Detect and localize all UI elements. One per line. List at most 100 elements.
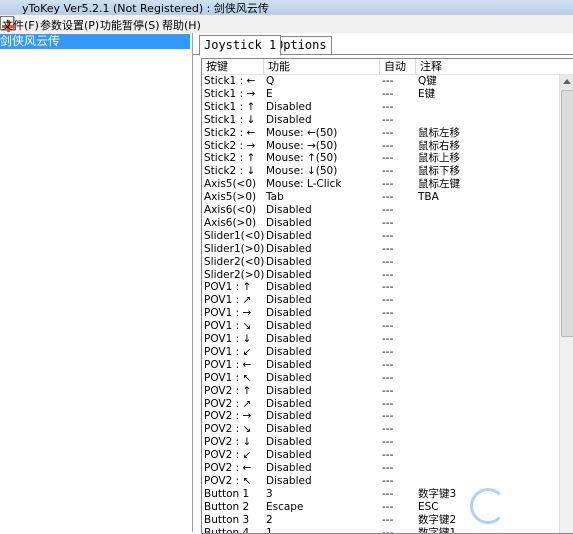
table-row[interactable]: Slider2(<0)Disabled--- xyxy=(202,256,559,269)
row-key: POV2 : → xyxy=(204,410,264,423)
table-row[interactable]: POV2 : ↓Disabled--- xyxy=(202,436,559,449)
table-row[interactable]: Axis5(>0)Tab---TBA xyxy=(202,191,559,204)
row-function: Disabled xyxy=(266,372,381,385)
menu-pause[interactable]: 功能暂停(S) xyxy=(100,17,160,33)
table-row[interactable]: POV2 : ↗Disabled--- xyxy=(202,398,559,411)
row-function: Disabled xyxy=(266,230,381,243)
row-function: Mouse: ←(50) xyxy=(266,127,381,140)
vertical-scrollbar[interactable] xyxy=(559,75,573,533)
table-row[interactable]: POV1 : ↗Disabled--- xyxy=(202,294,559,307)
header-key[interactable]: 按键 xyxy=(202,59,264,74)
header-note[interactable]: 注释 xyxy=(416,59,560,74)
row-auto: --- xyxy=(382,294,416,307)
table-row[interactable]: Stick1 : ↓Disabled--- xyxy=(202,114,559,127)
table-row[interactable]: POV2 : ↑Disabled--- xyxy=(202,385,559,398)
row-key: Button 4 xyxy=(204,527,264,534)
button-assignment-list[interactable]: 按键 功能 自动 注释 Stick1 : ←Q---Q键Stick1 : →E-… xyxy=(201,58,573,534)
table-row[interactable]: Stick1 : →E---E键 xyxy=(202,88,559,101)
row-note: 鼠标上移 xyxy=(418,152,548,165)
row-function: Mouse: →(50) xyxy=(266,140,381,153)
table-row[interactable]: Slider1(>0)Disabled--- xyxy=(202,243,559,256)
row-key: POV2 : ↑ xyxy=(204,385,264,398)
table-row[interactable]: Slider1(<0)Disabled--- xyxy=(202,230,559,243)
window-title: yToKey Ver5.2.1 (Not Registered) : 剑侠风云传 xyxy=(22,0,269,16)
table-row[interactable]: Slider2(>0)Disabled--- xyxy=(202,269,559,282)
row-key: Slider1(<0) xyxy=(204,230,264,243)
row-key: POV2 : ↗ xyxy=(204,398,264,411)
table-row[interactable]: Stick1 : ←Q---Q键 xyxy=(202,75,559,88)
table-row[interactable]: POV1 : ←Disabled--- xyxy=(202,359,559,372)
row-auto: --- xyxy=(382,269,416,282)
row-function: Disabled xyxy=(266,101,381,114)
row-function: Disabled xyxy=(266,243,381,256)
row-note: 鼠标左键 xyxy=(418,178,548,191)
row-key: Axis5(<0) xyxy=(204,178,264,191)
table-row[interactable]: Stick2 : →Mouse: →(50)---鼠标右移 xyxy=(202,140,559,153)
table-row[interactable]: Axis5(<0)Mouse: L-Click---鼠标左键 xyxy=(202,178,559,191)
scrollbar-thumb[interactable] xyxy=(561,90,573,337)
table-row[interactable]: POV2 : ↙Disabled--- xyxy=(202,449,559,462)
menu-file[interactable]: 文件(F) xyxy=(2,17,39,33)
row-function: Disabled xyxy=(266,333,381,346)
row-auto: --- xyxy=(382,127,416,140)
row-key: POV1 : ↘ xyxy=(204,320,264,333)
row-key: POV1 : ↓ xyxy=(204,333,264,346)
swirl-icon xyxy=(470,488,506,524)
row-note: E键 xyxy=(418,88,548,101)
table-row[interactable]: Axis6(<0)Disabled--- xyxy=(202,204,559,217)
row-function: Disabled xyxy=(266,307,381,320)
row-key: Slider2(>0) xyxy=(204,269,264,282)
row-auto: --- xyxy=(382,423,416,436)
row-key: POV1 : ← xyxy=(204,359,264,372)
menu-settings[interactable]: 参数设置(P) xyxy=(40,17,99,33)
row-auto: --- xyxy=(382,462,416,475)
table-row[interactable]: POV2 : ←Disabled--- xyxy=(202,462,559,475)
row-function: Disabled xyxy=(266,436,381,449)
table-row[interactable]: POV1 : ↘Disabled--- xyxy=(202,320,559,333)
row-auto: --- xyxy=(382,281,416,294)
list-header: 按键 功能 自动 注释 xyxy=(202,59,573,75)
row-auto: --- xyxy=(382,449,416,462)
row-key: Stick2 : ↓ xyxy=(204,165,264,178)
row-function: 3 xyxy=(266,488,381,501)
row-function: Disabled xyxy=(266,320,381,333)
row-function: Mouse: ↑(50) xyxy=(266,152,381,165)
table-row[interactable]: POV1 : ↖Disabled--- xyxy=(202,372,559,385)
row-key: POV2 : ↖ xyxy=(204,475,264,488)
table-row[interactable]: POV2 : →Disabled--- xyxy=(202,410,559,423)
scroll-up-arrow-icon[interactable] xyxy=(560,75,573,89)
row-key: Slider2(<0) xyxy=(204,256,264,269)
row-key: POV1 : ↖ xyxy=(204,372,264,385)
header-auto[interactable]: 自动 xyxy=(380,59,416,74)
table-row[interactable]: POV1 : →Disabled--- xyxy=(202,307,559,320)
watermark-logo xyxy=(470,480,573,532)
table-row[interactable]: Axis6(>0)Disabled--- xyxy=(202,217,559,230)
row-function: Disabled xyxy=(266,294,381,307)
table-row[interactable]: POV1 : ↑Disabled--- xyxy=(202,281,559,294)
row-auto: --- xyxy=(382,230,416,243)
row-auto: --- xyxy=(382,346,416,359)
table-row[interactable]: POV1 : ↓Disabled--- xyxy=(202,333,559,346)
row-auto: --- xyxy=(382,436,416,449)
row-key: Axis6(>0) xyxy=(204,217,264,230)
table-row[interactable]: POV2 : ↘Disabled--- xyxy=(202,423,559,436)
menu-help[interactable]: 帮助(H) xyxy=(162,17,201,33)
row-auto: --- xyxy=(382,475,416,488)
row-function: 1 xyxy=(266,527,381,534)
row-note: Q键 xyxy=(418,75,548,88)
row-key: POV1 : ↗ xyxy=(204,294,264,307)
table-row[interactable]: Stick2 : ←Mouse: ←(50)---鼠标左移 xyxy=(202,127,559,140)
table-row[interactable]: Stick2 : ↓Mouse: ↓(50)---鼠标下移 xyxy=(202,165,559,178)
window-titlebar[interactable]: yToKey Ver5.2.1 (Not Registered) : 剑侠风云传 xyxy=(0,0,573,16)
row-key: Axis5(>0) xyxy=(204,191,264,204)
header-function[interactable]: 功能 xyxy=(264,59,380,74)
row-key: POV1 : ↑ xyxy=(204,281,264,294)
row-key: Stick2 : → xyxy=(204,140,264,153)
tab-joystick-1[interactable]: Joystick 1 xyxy=(199,35,281,56)
row-function: Disabled xyxy=(266,269,381,282)
table-row[interactable]: Stick1 : ↑Disabled--- xyxy=(202,101,559,114)
config-tree-item-selected[interactable]: 剑侠风云传 xyxy=(0,34,190,49)
table-row[interactable]: POV1 : ↙Disabled--- xyxy=(202,346,559,359)
row-key: POV2 : ← xyxy=(204,462,264,475)
table-row[interactable]: Stick2 : ↑Mouse: ↑(50)---鼠标上移 xyxy=(202,152,559,165)
